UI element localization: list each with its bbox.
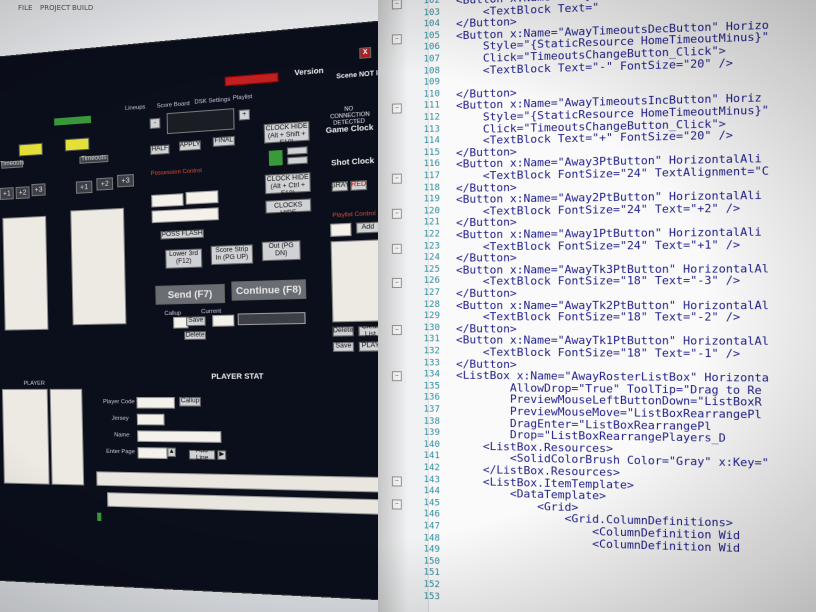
menu-build[interactable]: BUILD xyxy=(72,4,93,12)
arrow-right-icon[interactable]: ▶ xyxy=(217,450,227,461)
player-list-2[interactable] xyxy=(49,388,85,486)
active-tab-indicator xyxy=(54,115,91,126)
clock-running-indicator xyxy=(268,149,283,166)
add-line-button[interactable]: Add Line xyxy=(188,447,216,461)
poss-flash-button[interactable]: POSS FLASH xyxy=(160,229,204,240)
clock-opt-1[interactable] xyxy=(286,146,308,156)
save-small-button[interactable]: Save xyxy=(185,316,206,327)
jersey-field[interactable] xyxy=(136,413,165,426)
send-button[interactable]: Send (F7) xyxy=(155,283,226,305)
shot-clock-label: Shot Clock xyxy=(331,157,375,168)
away-color-swatch[interactable] xyxy=(64,137,90,152)
half-button[interactable]: HALF xyxy=(150,144,170,156)
menu-project[interactable]: PROJECT xyxy=(40,4,70,12)
stat-strip-2[interactable] xyxy=(107,492,390,517)
away-roster-list[interactable] xyxy=(70,207,127,326)
delete-small-button[interactable]: Delete xyxy=(184,331,207,340)
name-label: Name xyxy=(114,432,130,439)
menu-file[interactable]: FILE xyxy=(18,4,32,12)
close-icon: X xyxy=(362,48,368,56)
code-editor: 102<Button x:Name="AwayTimeoutsDecButton… xyxy=(378,0,816,612)
tab-playlist[interactable]: Playlist xyxy=(233,94,253,102)
away-plus2[interactable]: +2 xyxy=(96,177,114,191)
playlist-input[interactable] xyxy=(330,222,352,237)
continue-button[interactable]: Continue (F8) xyxy=(231,279,307,301)
progress-marker xyxy=(97,512,102,522)
home-roster-list[interactable] xyxy=(2,215,49,331)
scoreboard-window: Version Scene NOT loaded X Lineups Score… xyxy=(0,15,390,604)
gray-button[interactable]: GRAY xyxy=(330,181,350,192)
playlist-list[interactable] xyxy=(330,239,385,323)
player-stat-title: PLAYER STAT xyxy=(211,373,264,382)
enter-page-field[interactable] xyxy=(137,447,168,460)
red-button[interactable]: RED xyxy=(350,180,368,191)
no-connection-label: NO CONNECTION DETECTED xyxy=(330,105,370,128)
jersey-label: Jersey xyxy=(111,415,129,423)
delete-button[interactable]: Delete xyxy=(332,326,354,337)
close-button[interactable]: X xyxy=(359,46,372,59)
possession-label: Possession Control xyxy=(150,167,202,178)
game-clock-hide-button[interactable]: GAME CLOCK HIDE (Alt + Shift + F10) xyxy=(263,116,310,147)
clock-opt-2[interactable] xyxy=(287,156,308,165)
both-clocks-hide-button[interactable]: BOTH CLOCKS HIDE xyxy=(265,194,312,217)
callup-player-button[interactable]: Callup xyxy=(179,397,201,407)
player-code-field[interactable] xyxy=(136,397,176,409)
version-label: Version xyxy=(294,67,324,78)
score-input[interactable] xyxy=(166,108,235,135)
plus-button[interactable]: + xyxy=(238,109,251,121)
stat-strip[interactable] xyxy=(96,471,390,494)
name-field[interactable] xyxy=(137,430,222,443)
status-red-indicator xyxy=(224,72,279,87)
save-button[interactable]: Save xyxy=(332,341,355,353)
home-color-swatch[interactable] xyxy=(18,142,43,157)
lower-3rd-button[interactable]: Lower 3rd (F12) xyxy=(165,248,203,269)
possession-bar[interactable] xyxy=(151,207,219,224)
shot-clock-hide-button[interactable]: SHOT CLOCK HIDE (Alt + Ctrl + F10) xyxy=(264,168,311,198)
callup-dropdown[interactable] xyxy=(237,312,306,326)
away-plus1[interactable]: +1 xyxy=(75,180,93,194)
playlist-control-label: Playlist Control xyxy=(332,210,376,220)
out-button[interactable]: Out (PG DN) xyxy=(261,240,301,262)
score-strip-in-button[interactable]: Score Strip In (PG UP) xyxy=(210,244,254,266)
away-timeout-button[interactable]: Timeouts xyxy=(79,154,109,164)
tab-score-board[interactable]: Score Board xyxy=(157,101,190,110)
current-field[interactable] xyxy=(212,314,235,327)
tab-lineups[interactable]: Lineups xyxy=(125,104,145,112)
possession-home[interactable] xyxy=(151,193,184,208)
player-code-label: Player Code xyxy=(102,399,135,406)
photo-of-monitors: FILE PROJECT BUILD Version Scene NOT loa… xyxy=(0,0,816,612)
enter-page-label: Enter Page xyxy=(106,448,136,456)
away-plus3[interactable]: +3 xyxy=(117,173,135,188)
home-plus2[interactable]: +2 xyxy=(15,186,30,200)
monitor-edge-shadow xyxy=(378,0,408,612)
home-timeout-button[interactable]: Timeouts xyxy=(0,160,24,169)
home-plus1[interactable]: +1 xyxy=(0,187,14,200)
tab-dsk-settings[interactable]: DSK Settings xyxy=(194,97,230,106)
home-plus3[interactable]: +3 xyxy=(31,183,46,197)
possession-away[interactable] xyxy=(185,190,219,205)
minus-button[interactable]: - xyxy=(149,117,161,130)
apply-button[interactable]: APPLY xyxy=(178,140,201,152)
left-monitor: FILE PROJECT BUILD Version Scene NOT loa… xyxy=(0,0,390,612)
arrow-up-icon[interactable]: ▲ xyxy=(167,447,177,458)
player-column-label: PLAYER xyxy=(23,380,45,387)
player-list-1[interactable] xyxy=(1,388,50,485)
final-button[interactable]: FINAL xyxy=(212,135,235,147)
add-button[interactable]: Add xyxy=(355,221,381,234)
